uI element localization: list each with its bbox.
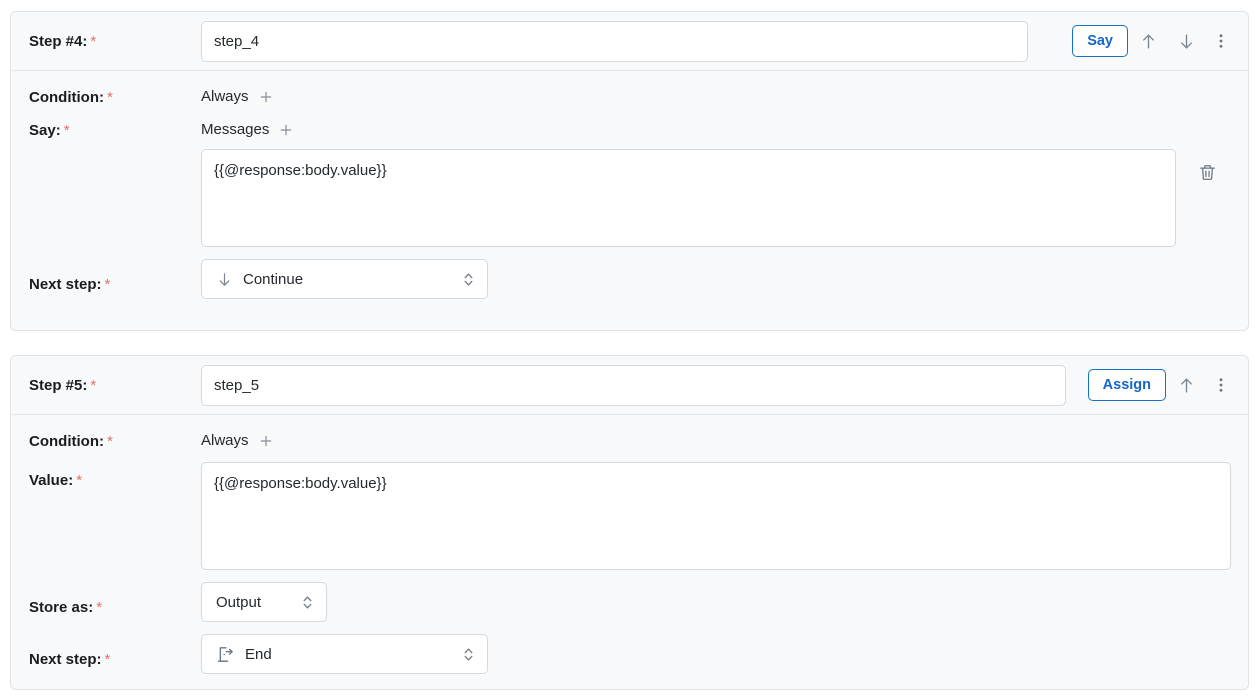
arrow-up-icon [1139, 32, 1158, 51]
step5-store-as-select[interactable]: Output [201, 582, 327, 622]
arrow-up-icon [1177, 376, 1196, 395]
kebab-menu-icon [1212, 32, 1230, 50]
step4-messages-add-button[interactable] [278, 122, 294, 138]
arrow-down-icon [1177, 32, 1196, 51]
step4-condition-value-group: Always [201, 85, 274, 105]
step5-store-as-label: Store as: * [29, 589, 201, 616]
step5-move-up-button[interactable] [1168, 367, 1204, 403]
step5-next-step-value: End [245, 645, 272, 663]
step5-name-required-marker: * [90, 376, 97, 394]
step4-condition-row: Condition: * Always [11, 85, 1248, 106]
step4-say-required-marker: * [63, 122, 70, 139]
step4-name-required-marker: * [90, 32, 97, 50]
step5-store-as-label-text: Store as: [29, 598, 94, 616]
step4-name-label: Step #4: * [29, 33, 201, 50]
step5-next-step-label: Next step: * [29, 641, 201, 668]
step4-next-step-required-marker: * [104, 275, 111, 293]
step5-value-row: Value: * [11, 462, 1248, 570]
step4-condition-add-button[interactable] [258, 89, 274, 105]
step5-name-label-text: Step #5: [29, 376, 88, 394]
step5-value-required-marker: * [76, 472, 83, 489]
step5-store-as-value: Output [216, 593, 262, 611]
step4-condition-label-text: Condition: [29, 89, 104, 106]
step-card-step5: Step #5:* Assign [10, 355, 1249, 690]
step5-condition-label: Condition: * [29, 429, 201, 450]
step4-name-label-text: Step #4: [29, 32, 88, 50]
arrow-down-icon [216, 271, 233, 288]
step4-header-actions: Say [1072, 23, 1236, 59]
step4-condition-label: Condition: * [29, 85, 201, 106]
step5-condition-label-text: Condition: [29, 433, 104, 450]
step4-next-step-value: Continue [243, 270, 304, 288]
step4-next-step-select[interactable]: Continue [201, 259, 488, 299]
step4-action-type-button[interactable]: Say [1072, 25, 1128, 57]
step4-condition-required-marker: * [106, 89, 113, 106]
step4-next-step-row: Next step: * Continue [11, 259, 1248, 299]
step5-store-as-row: Store as: * Output [11, 582, 1248, 622]
step4-say-content: Messages [201, 118, 1217, 247]
step4-body: Condition: * Always Say: * Messages {{@r… [11, 71, 1248, 299]
step5-value-label-text: Value: [29, 472, 74, 489]
step4-messages-label: Messages [201, 121, 270, 138]
step5-body: Condition: * Always Value: * {{@response… [11, 415, 1248, 674]
step5-condition-row: Condition: * Always [11, 429, 1248, 450]
step5-condition-add-button[interactable] [258, 433, 274, 449]
step4-next-step-label: Next step: * [29, 266, 201, 293]
chevron-updown-icon [462, 271, 475, 288]
step5-name-label: Step #5: * [29, 377, 201, 394]
plus-icon [258, 91, 274, 108]
step4-say-row: Say: * Messages [11, 118, 1248, 247]
step5-next-step-label-text: Next step: [29, 650, 102, 668]
step4-move-up-button[interactable] [1130, 23, 1166, 59]
step5-store-as-required-marker: * [96, 598, 103, 616]
step5-more-menu-button[interactable] [1206, 367, 1236, 403]
step5-next-step-required-marker: * [104, 650, 111, 668]
step5-name-input[interactable] [201, 364, 1066, 406]
plus-icon [258, 435, 274, 452]
step5-condition-value-group: Always [201, 429, 274, 449]
step5-next-step-select[interactable]: End [201, 634, 488, 674]
step5-header-row: Step #5:* Assign [11, 356, 1248, 415]
step4-next-step-label-text: Next step: [29, 275, 102, 293]
step4-message-delete-button[interactable] [1198, 163, 1217, 182]
step4-messages-group: Messages [201, 118, 1217, 138]
plus-icon [278, 124, 294, 141]
step5-condition-required-marker: * [106, 433, 113, 450]
step4-message-item [201, 149, 1217, 247]
step4-move-down-button[interactable] [1168, 23, 1204, 59]
trash-icon [1198, 165, 1217, 185]
step4-header-row: Step #4:* Say [11, 12, 1248, 71]
chevron-updown-icon [462, 646, 475, 663]
step5-value-textarea[interactable] [201, 462, 1231, 570]
kebab-menu-icon [1212, 376, 1230, 394]
chevron-updown-icon [301, 594, 314, 611]
exit-door-icon [216, 645, 235, 664]
step4-say-label-text: Say: [29, 122, 61, 139]
step5-next-step-row: Next step: * End [11, 634, 1248, 674]
step5-value-label: Value: * [29, 462, 201, 489]
step5-header-actions: Assign [1087, 367, 1236, 403]
step4-message-textarea[interactable] [201, 149, 1176, 247]
step-editor-page: Step #4:* Say [0, 0, 1259, 698]
step4-more-menu-button[interactable] [1206, 23, 1236, 59]
step-card-step4: Step #4:* Say [10, 11, 1249, 331]
step5-action-type-button[interactable]: Assign [1087, 369, 1166, 401]
step4-say-label: Say: * [29, 118, 201, 139]
step4-name-input[interactable] [201, 20, 1028, 62]
step4-condition-value: Always [201, 88, 249, 105]
step5-condition-value: Always [201, 432, 249, 449]
